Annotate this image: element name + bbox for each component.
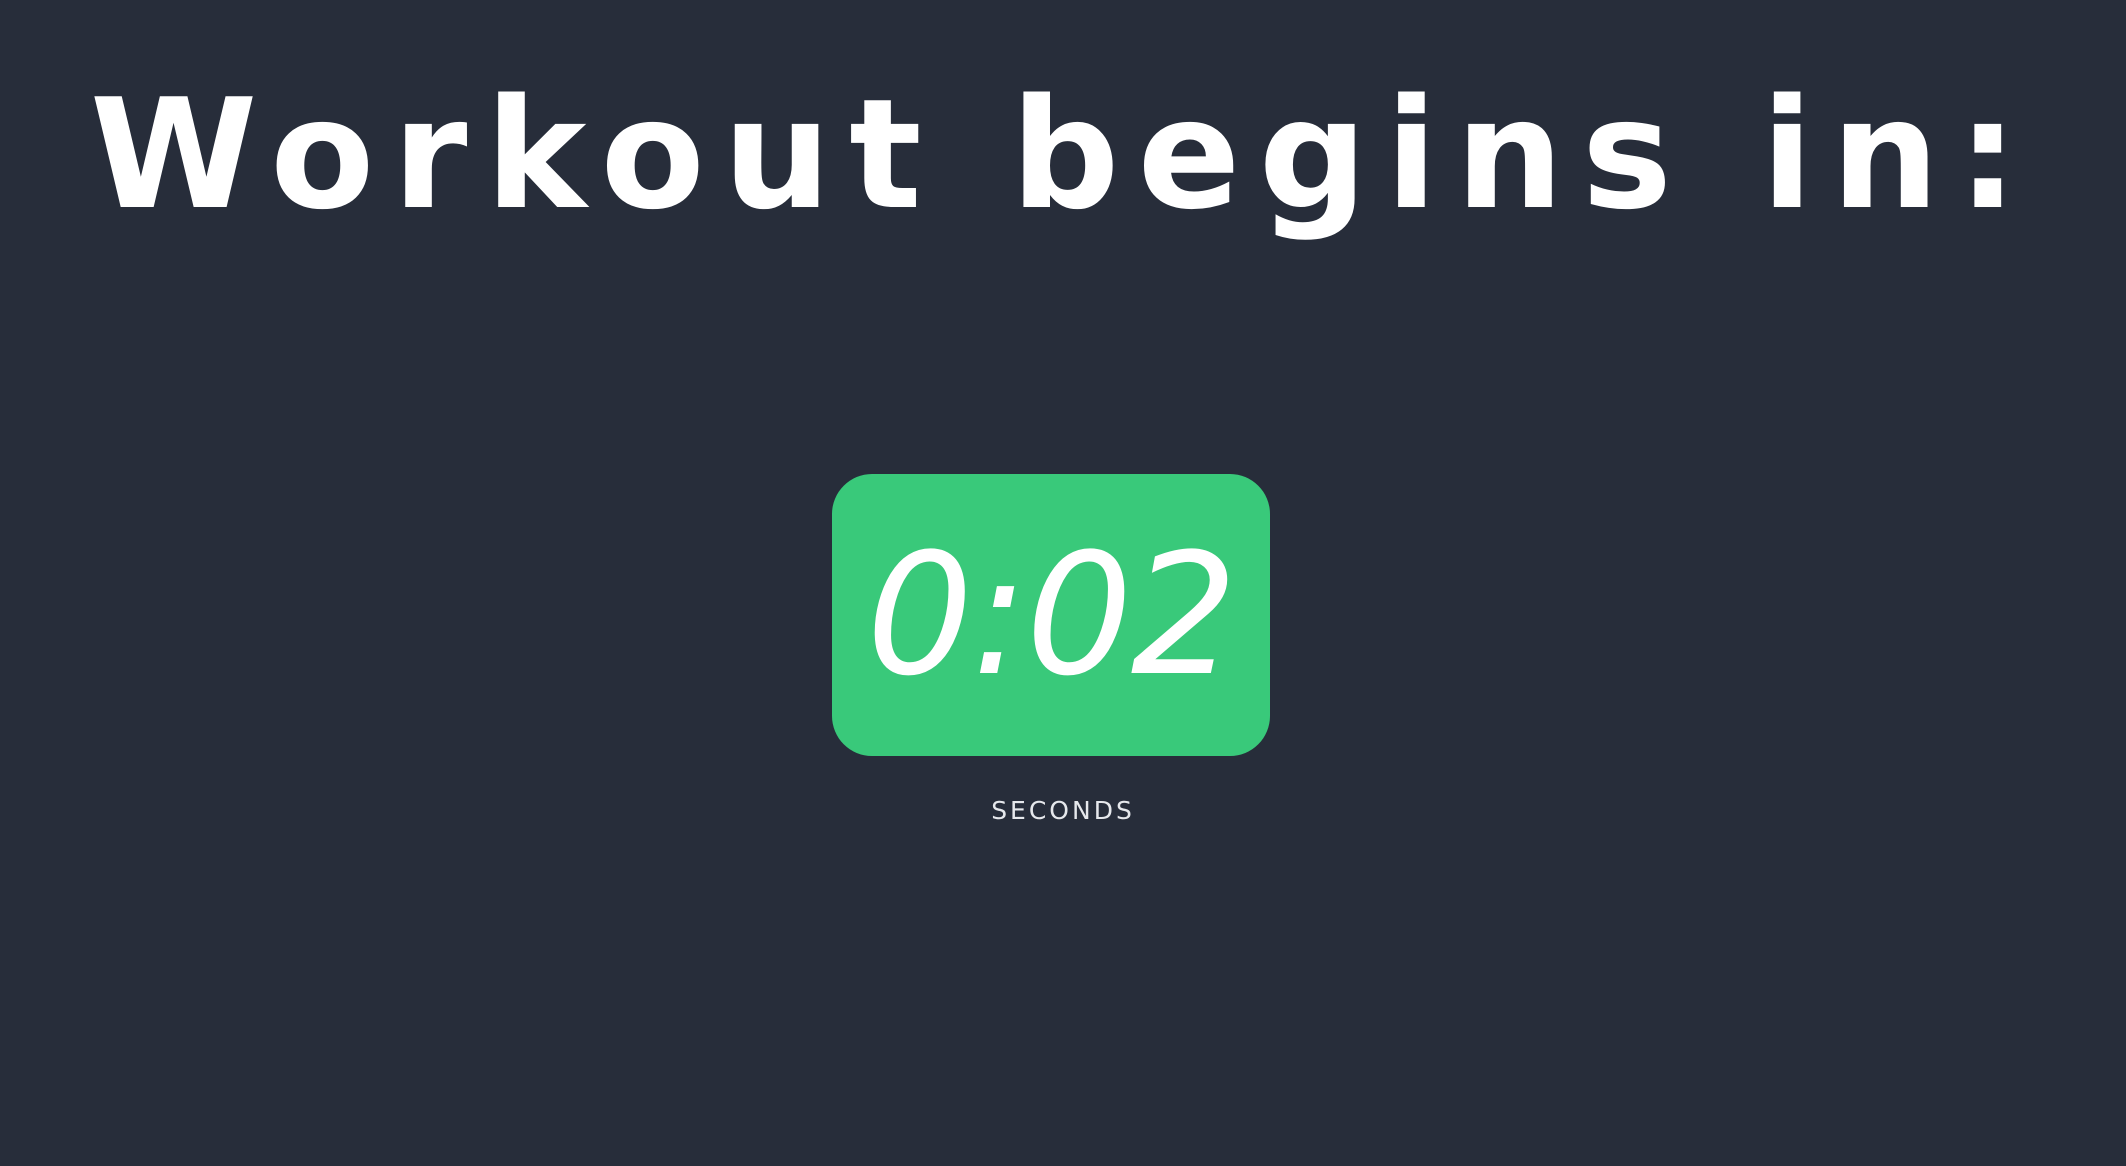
countdown-unit-label: SECONDS (991, 796, 1135, 825)
countdown-screen: Workout begins in: 0:02 SECONDS (0, 0, 2126, 1166)
countdown-value: 0:02 (866, 517, 1237, 713)
page-title: Workout begins in: (89, 66, 2037, 243)
countdown-timer: 0:02 (832, 474, 1270, 756)
